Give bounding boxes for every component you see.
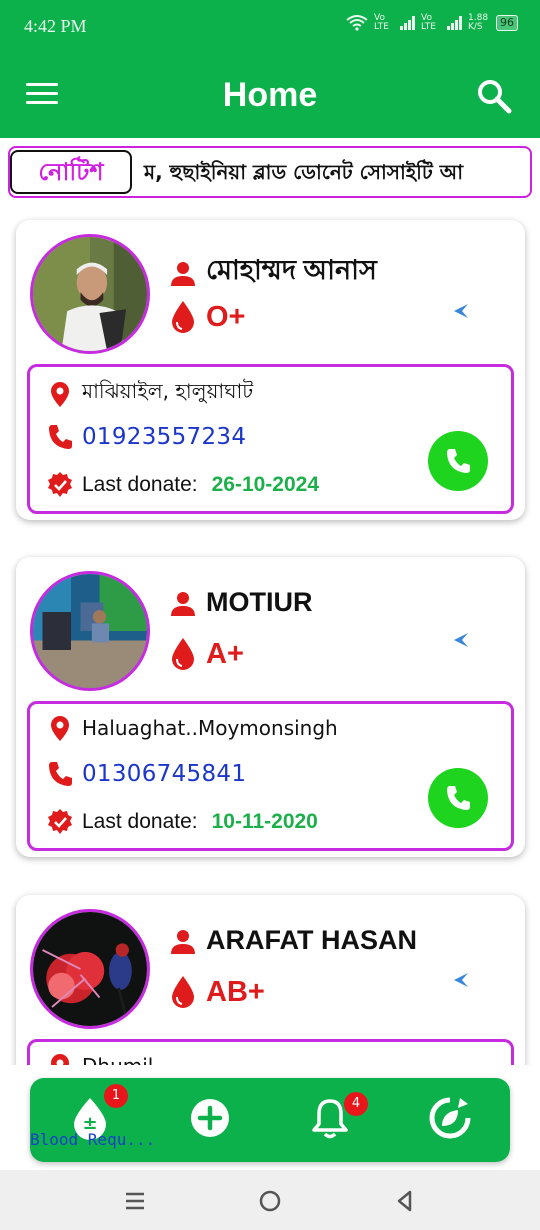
verified-badge-icon xyxy=(48,472,72,497)
search-icon[interactable] xyxy=(476,78,512,114)
lte-label-1: Vo LTE xyxy=(374,13,389,32)
donor-list[interactable]: মোহাম্মদ আনাস O+ মাঝিয়াইল, হালুয়াঘাট 0… xyxy=(0,200,540,1065)
location-row: Dhumil... xyxy=(46,1052,172,1065)
signal-icon-1 xyxy=(400,16,415,30)
donor-phone[interactable]: 01306745841 xyxy=(82,761,246,787)
donor-name-row: ARAFAT HASAN xyxy=(170,925,417,956)
blood-group: O+ xyxy=(206,300,246,333)
share-icon[interactable] xyxy=(452,971,470,989)
location-pin-icon xyxy=(51,1054,69,1065)
donor-name-row: মোহাম্মদ আনাস xyxy=(170,250,377,295)
blood-group: AB+ xyxy=(206,975,265,1008)
status-icons: Vo LTE Vo LTE 1.88 K/S 96 xyxy=(346,14,518,32)
system-navigation-bar xyxy=(0,1170,540,1230)
notice-label: নোটিশ xyxy=(10,150,132,194)
donor-avatar xyxy=(30,571,150,691)
donor-info-box: মাঝিয়াইল, হালুয়াঘাট 01923557234 Last d… xyxy=(27,364,514,514)
phone-row: 01306745841 xyxy=(46,760,246,788)
person-icon xyxy=(171,591,195,616)
phone-icon xyxy=(49,425,72,449)
last-donate-date: 26-10-2024 xyxy=(211,473,320,496)
location-pin-icon xyxy=(51,381,69,407)
donor-avatar xyxy=(30,234,150,354)
blood-group-row: A+ xyxy=(170,637,244,671)
donor-card[interactable]: মোহাম্মদ আনাস O+ মাঝিয়াইল, হালুয়াঘাট 0… xyxy=(16,220,525,520)
call-button[interactable] xyxy=(428,431,488,491)
phone-row: 01923557234 xyxy=(46,423,246,451)
last-donate-label: Last donate: xyxy=(82,473,198,496)
status-time: 4:42 PM xyxy=(24,16,87,36)
donor-location: Haluaghat..Moymonsingh xyxy=(82,716,338,740)
lte-label-2: Vo LTE xyxy=(421,13,436,32)
share-icon[interactable] xyxy=(452,302,470,320)
person-icon xyxy=(171,929,195,954)
blood-group-row: AB+ xyxy=(170,975,265,1009)
phone-icon xyxy=(49,762,72,786)
donor-name: MOTIUR xyxy=(206,587,313,617)
call-button[interactable] xyxy=(428,768,488,828)
back-button-icon[interactable] xyxy=(390,1186,420,1216)
status-bar: 4:42 PM Vo LTE Vo LTE 1.88 K/S 96 xyxy=(0,0,540,56)
location-row: মাঝিয়াইল, হালুয়াঘাট xyxy=(46,377,253,410)
notice-marquee: নোটিশ ম, হুছাইনিয়া ব্লাড ডোনেট সোসাইটি … xyxy=(8,146,532,198)
notice-text: ম, হুছাইনিয়া ব্লাড ডোনেট সোসাইটি আ xyxy=(144,160,464,184)
home-button-icon[interactable] xyxy=(255,1186,285,1216)
blood-request-badge: 1 xyxy=(104,1084,128,1108)
donor-info-box: Haluaghat..Moymonsingh 01306745841 Last … xyxy=(27,701,514,851)
donor-card[interactable]: ARAFAT HASAN AB+ Dhumil... xyxy=(16,895,525,1065)
blood-group: A+ xyxy=(206,637,244,670)
phone-call-icon xyxy=(447,449,470,473)
wifi-icon xyxy=(346,15,368,31)
refresh-leaf-icon xyxy=(429,1097,471,1139)
blood-group-row: O+ xyxy=(170,300,246,334)
donor-info-box: Dhumil... xyxy=(27,1039,514,1065)
last-donate-row: Last donate: 26-10-2024 xyxy=(46,471,319,499)
donor-location: মাঝিয়াইল, হালুয়াঘাট xyxy=(82,379,254,403)
donor-phone[interactable]: 01923557234 xyxy=(82,424,246,450)
donor-name: ARAFAT HASAN xyxy=(206,925,417,955)
donor-name-row: MOTIUR xyxy=(170,587,312,618)
blood-drop-icon xyxy=(172,638,194,670)
location-pin-icon xyxy=(51,716,69,741)
notification-badge: 4 xyxy=(344,1092,368,1116)
network-speed: 1.88 K/S xyxy=(468,13,489,32)
nav-blood-request-label[interactable]: Blood Requ... xyxy=(30,1130,160,1149)
nav-notifications[interactable]: 4 xyxy=(308,1092,368,1140)
donor-location: Dhumil... xyxy=(82,1054,172,1065)
donor-card[interactable]: MOTIUR A+ Haluaghat..Moymonsingh 0130674… xyxy=(16,557,525,857)
battery-indicator: 96 xyxy=(496,15,518,31)
verified-badge-icon xyxy=(48,809,72,834)
last-donate-label: Last donate: xyxy=(82,810,198,833)
last-donate-row: Last donate: 10-11-2020 xyxy=(46,808,318,836)
location-row: Haluaghat..Moymonsingh xyxy=(46,714,338,742)
last-donate-date: 10-11-2020 xyxy=(211,810,318,833)
recent-apps-icon[interactable] xyxy=(120,1186,150,1216)
bottom-navigation: ± 1 Blood Requ... 4 xyxy=(30,1078,510,1162)
nav-refresh[interactable] xyxy=(428,1096,472,1140)
add-icon xyxy=(191,1099,229,1137)
share-icon[interactable] xyxy=(452,631,470,649)
blood-drop-icon xyxy=(172,301,194,333)
app-bar: Home xyxy=(0,56,540,138)
signal-icon-2 xyxy=(447,16,462,30)
donor-avatar xyxy=(30,909,150,1029)
donor-name: মোহাম্মদ আনাস xyxy=(206,255,377,285)
blood-drop-icon xyxy=(172,976,194,1008)
page-title: Home xyxy=(222,76,318,114)
nav-add[interactable] xyxy=(188,1096,232,1140)
phone-call-icon xyxy=(447,786,470,810)
person-icon xyxy=(171,261,195,286)
